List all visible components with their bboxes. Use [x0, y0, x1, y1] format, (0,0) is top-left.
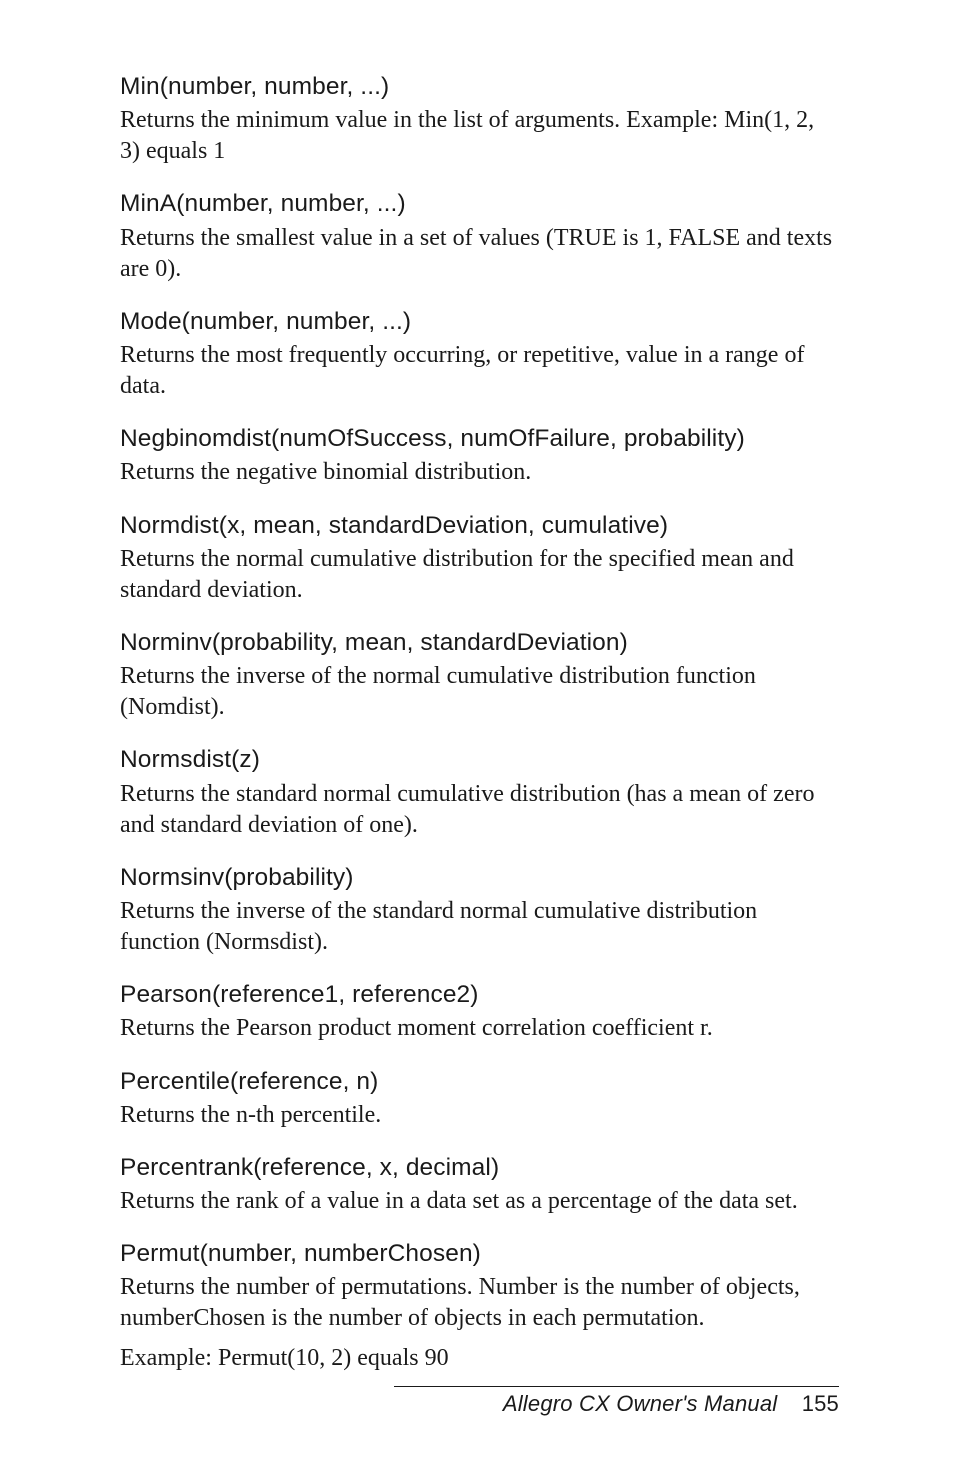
function-entry: Normsinv(probability) Returns the invers…	[120, 861, 839, 958]
function-entry: Norminv(probability, mean, standardDevia…	[120, 626, 839, 723]
function-heading: Norminv(probability, mean, standardDevia…	[120, 626, 839, 659]
function-entry: Mode(number, number, ...) Returns the mo…	[120, 305, 839, 402]
function-description: Returns the inverse of the normal cumula…	[120, 661, 839, 723]
function-heading: Permut(number, numberChosen)	[120, 1237, 839, 1270]
page-footer: Allegro CX Owner's Manual 155	[394, 1386, 839, 1417]
function-description: Returns the Pearson product moment corre…	[120, 1013, 839, 1044]
function-description: Returns the minimum value in the list of…	[120, 105, 839, 167]
function-heading: Percentile(reference, n)	[120, 1065, 839, 1098]
function-description: Returns the n-th percentile.	[120, 1100, 839, 1131]
footer-text: Allegro CX Owner's Manual 155	[394, 1391, 839, 1417]
function-entry: Pearson(reference1, reference2) Returns …	[120, 978, 839, 1044]
function-description: Returns the rank of a value in a data se…	[120, 1186, 839, 1217]
function-description: Returns the most frequently occurring, o…	[120, 340, 839, 402]
function-heading: Normdist(x, mean, standardDeviation, cum…	[120, 509, 839, 542]
function-entry: Normsdist(z) Returns the standard normal…	[120, 743, 839, 840]
function-description: Returns the negative binomial distributi…	[120, 457, 839, 488]
function-heading: MinA(number, number, ...)	[120, 187, 839, 220]
function-entry: Negbinomdist(numOfSuccess, numOfFailure,…	[120, 422, 839, 488]
function-entry: Normdist(x, mean, standardDeviation, cum…	[120, 509, 839, 606]
page-number: 155	[802, 1391, 839, 1416]
function-description: Returns the normal cumulative distributi…	[120, 544, 839, 606]
function-description: Returns the standard normal cumulative d…	[120, 779, 839, 841]
function-entry: Percentile(reference, n) Returns the n-t…	[120, 1065, 839, 1131]
function-description: Returns the number of permutations. Numb…	[120, 1272, 839, 1334]
function-heading: Negbinomdist(numOfSuccess, numOfFailure,…	[120, 422, 839, 455]
content: Min(number, number, ...) Returns the min…	[120, 70, 839, 1374]
footer-rule	[394, 1386, 839, 1387]
function-heading: Min(number, number, ...)	[120, 70, 839, 103]
function-example: Example: Permut(10, 2) equals 90	[120, 1343, 839, 1374]
function-description: Returns the smallest value in a set of v…	[120, 223, 839, 285]
function-heading: Normsdist(z)	[120, 743, 839, 776]
function-heading: Mode(number, number, ...)	[120, 305, 839, 338]
manual-title: Allegro CX Owner's Manual	[503, 1391, 778, 1416]
function-entry: Percentrank(reference, x, decimal) Retur…	[120, 1151, 839, 1217]
function-entry: Min(number, number, ...) Returns the min…	[120, 70, 839, 167]
function-entry: MinA(number, number, ...) Returns the sm…	[120, 187, 839, 284]
function-entry: Permut(number, numberChosen) Returns the…	[120, 1237, 839, 1374]
function-heading: Normsinv(probability)	[120, 861, 839, 894]
function-heading: Percentrank(reference, x, decimal)	[120, 1151, 839, 1184]
function-heading: Pearson(reference1, reference2)	[120, 978, 839, 1011]
function-description: Returns the inverse of the standard norm…	[120, 896, 839, 958]
